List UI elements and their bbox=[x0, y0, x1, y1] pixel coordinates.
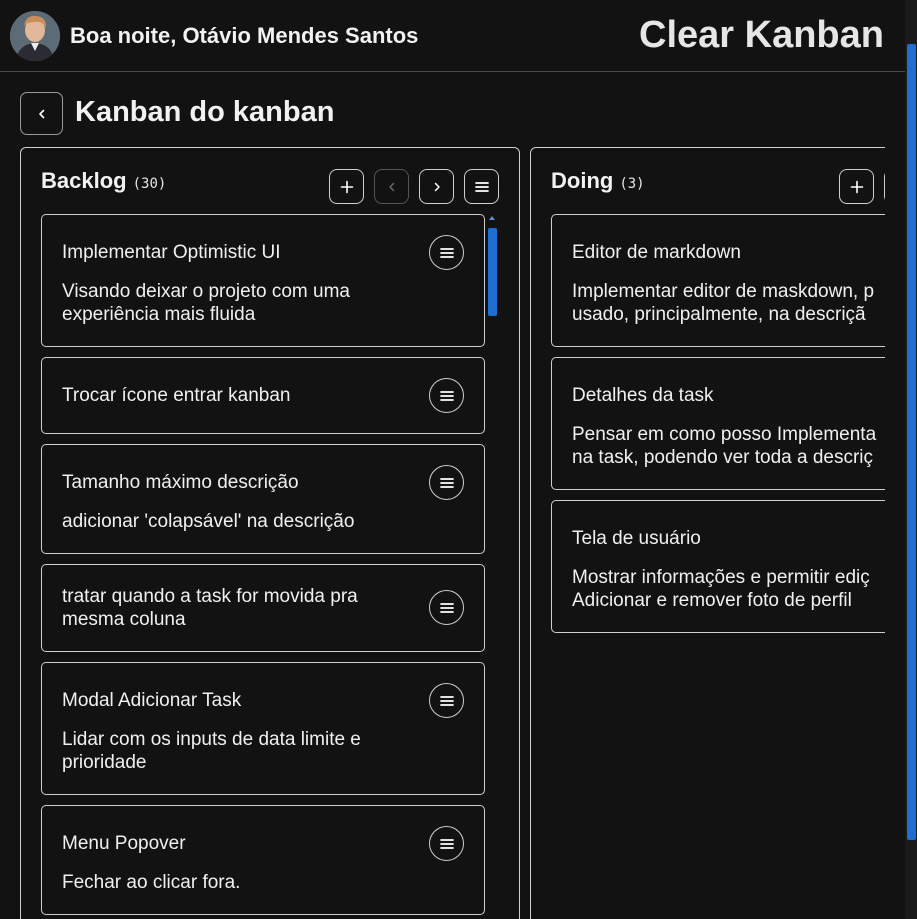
column-scrollbar-thumb[interactable] bbox=[488, 228, 497, 316]
task-card[interactable]: Tamanho máximo descrição adicionar 'cola… bbox=[41, 444, 485, 554]
task-title: Implementar Optimistic UI bbox=[62, 242, 281, 263]
move-column-right-button[interactable] bbox=[419, 169, 454, 204]
task-card[interactable]: Trocar ícone entrar kanban bbox=[41, 357, 485, 434]
hamburger-icon bbox=[439, 246, 455, 260]
chevron-left-icon bbox=[36, 108, 48, 120]
task-card[interactable]: Editor de markdown Implementar editor de… bbox=[551, 214, 885, 347]
task-title: tratar quando a task for movida pra mesm… bbox=[62, 586, 358, 630]
app-title: Clear Kanban bbox=[639, 14, 884, 56]
avatar[interactable] bbox=[10, 11, 60, 61]
back-button[interactable] bbox=[20, 92, 63, 135]
move-column-left-button[interactable] bbox=[374, 169, 409, 204]
task-title: Modal Adicionar Task bbox=[62, 690, 242, 711]
task-description: Lidar com os inputs de data limite e pri… bbox=[62, 729, 361, 773]
task-description: Mostrar informações e permitir ediç Adic… bbox=[572, 567, 870, 611]
move-column-left-button[interactable] bbox=[884, 169, 885, 204]
column-backlog: Backlog (30) Implementar Optimistic UI V… bbox=[20, 147, 520, 919]
task-description: Visando deixar o projeto com uma experiê… bbox=[62, 281, 350, 325]
task-card[interactable]: Implementar Optimistic UI Visando deixar… bbox=[41, 214, 485, 347]
task-menu-button[interactable] bbox=[429, 235, 464, 270]
greeting-text: Boa noite, Otávio Mendes Santos bbox=[70, 23, 419, 48]
column-header: Backlog (30) bbox=[41, 168, 166, 194]
column-name: Backlog bbox=[41, 168, 127, 193]
cards-list: Editor de markdown Implementar editor de… bbox=[551, 214, 885, 919]
add-task-button[interactable] bbox=[329, 169, 364, 204]
chevron-right-icon bbox=[431, 181, 443, 193]
hamburger-icon bbox=[439, 601, 455, 615]
task-menu-button[interactable] bbox=[429, 683, 464, 718]
board-title: Kanban do kanban bbox=[75, 96, 335, 128]
column-count: (30) bbox=[132, 176, 167, 192]
task-menu-button[interactable] bbox=[429, 465, 464, 500]
plus-icon bbox=[850, 180, 864, 194]
task-card[interactable]: Menu Popover Fechar ao clicar fora. bbox=[41, 805, 485, 915]
task-card[interactable]: Modal Adicionar Task Lidar com os inputs… bbox=[41, 662, 485, 795]
hamburger-icon bbox=[439, 837, 455, 851]
hamburger-icon bbox=[439, 476, 455, 490]
column-menu-button[interactable] bbox=[464, 169, 499, 204]
task-title: Tela de usuário bbox=[572, 528, 701, 549]
task-title: Menu Popover bbox=[62, 833, 186, 854]
task-card[interactable]: Detalhes da task Pensar em como posso Im… bbox=[551, 357, 885, 490]
chevron-left-icon bbox=[386, 181, 398, 193]
task-title: Editor de markdown bbox=[572, 242, 741, 263]
page-scrollbar-thumb[interactable] bbox=[907, 44, 916, 840]
task-card[interactable]: Tela de usuário Mostrar informações e pe… bbox=[551, 500, 885, 633]
task-menu-button[interactable] bbox=[429, 590, 464, 625]
task-menu-button[interactable] bbox=[429, 378, 464, 413]
add-task-button[interactable] bbox=[839, 169, 874, 204]
cards-list: Implementar Optimistic UI Visando deixar… bbox=[41, 214, 486, 919]
hamburger-icon bbox=[474, 180, 490, 194]
columns-container: Backlog (30) Implementar Optimistic UI V… bbox=[20, 147, 885, 919]
column-count: (3) bbox=[619, 176, 645, 192]
task-card[interactable]: tratar quando a task for movida pra mesm… bbox=[41, 564, 485, 652]
task-title: Trocar ícone entrar kanban bbox=[62, 385, 291, 406]
column-doing: Doing (3) Editor de markdown Implementar … bbox=[530, 147, 885, 919]
task-title: Detalhes da task bbox=[572, 385, 714, 406]
top-bar: Boa noite, Otávio Mendes Santos Clear Ka… bbox=[0, 0, 905, 72]
hamburger-icon bbox=[439, 694, 455, 708]
task-description: Pensar em como posso Implementa na task,… bbox=[572, 424, 877, 468]
task-title: Tamanho máximo descrição bbox=[62, 472, 299, 493]
plus-icon bbox=[340, 180, 354, 194]
task-description: Fechar ao clicar fora. bbox=[62, 872, 241, 893]
page: Boa noite, Otávio Mendes Santos Clear Ka… bbox=[0, 0, 917, 919]
column-header: Doing (3) bbox=[551, 168, 645, 194]
task-description: adicionar 'colapsável' na descrição bbox=[62, 511, 355, 532]
task-menu-button[interactable] bbox=[429, 826, 464, 861]
hamburger-icon bbox=[439, 389, 455, 403]
task-description: Implementar editor de maskdown, p usado,… bbox=[572, 281, 875, 325]
column-name: Doing bbox=[551, 168, 614, 193]
column-scroll-up-arrow[interactable] bbox=[489, 216, 495, 220]
